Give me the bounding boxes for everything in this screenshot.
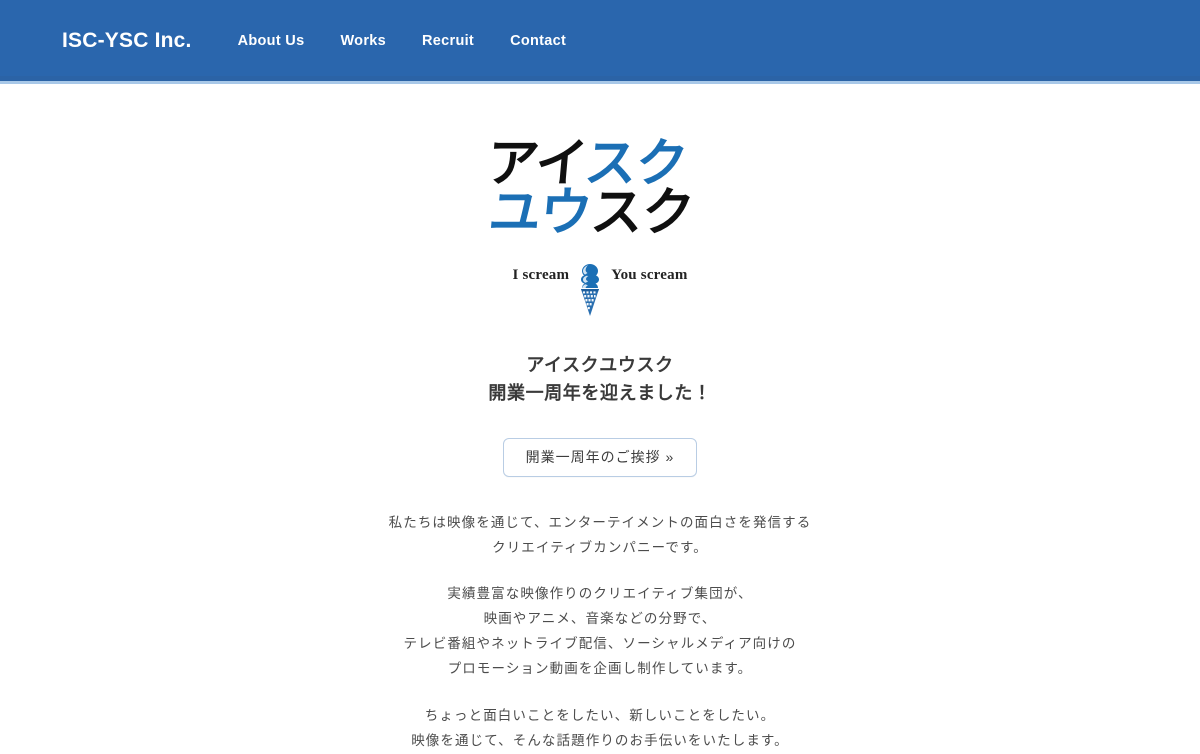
copy-line: 映像を通じて、そんな話題作りのお手伝いをいたします。 <box>411 733 789 749</box>
copy-line: クリエイティブカンパニーです。 <box>492 539 708 555</box>
copy-line: プロモーション動画を企画し制作しています。 <box>447 661 753 677</box>
copy-line: 実績豊富な映像作りのクリエイティブ集団が、 <box>447 586 753 602</box>
anniversary-greeting-button[interactable]: 開業一周年のご挨拶 » <box>502 437 698 477</box>
ice-cream-cone-icon <box>581 263 600 316</box>
logo-text-line-1: アイスク <box>483 134 717 194</box>
nav-item-works[interactable]: Works <box>340 33 410 49</box>
headline-line-1: アイスクユウスク <box>526 354 674 375</box>
logo-text-suku-2: スク <box>588 182 696 243</box>
tagline-i-scream: I scream <box>512 267 570 284</box>
intro-copy: 私たちは映像を通じて、エンターテイメントの面白さを発信する クリエイティブカンパ… <box>0 511 1200 754</box>
logo-text-yuu: ユウ <box>486 182 594 243</box>
company-logo: アイスク ユウスク I scream You scream <box>483 134 717 316</box>
intro-paragraph-1: 私たちは映像を通じて、エンターテイメントの面白さを発信する クリエイティブカンパ… <box>0 511 1200 561</box>
nav-item-about-us[interactable]: About Us <box>238 33 329 49</box>
intro-paragraph-3: ちょっと面白いことをしたい、新しいことをしたい。 映像を通じて、そんな話題作りの… <box>0 704 1200 754</box>
copy-line: ちょっと面白いことをしたい、新しいことをしたい。 <box>424 708 776 724</box>
logo-tagline: I scream You scream <box>485 248 715 316</box>
copy-line: 私たちは映像を通じて、エンターテイメントの面白さを発信する <box>388 514 812 530</box>
copy-line: 映画やアニメ、音楽などの分野で、 <box>483 611 717 627</box>
brand-logo-text[interactable]: ISC-YSC Inc. <box>62 29 192 53</box>
logo-text-line-2: ユウスク <box>483 183 717 243</box>
tagline-you-scream: You scream <box>611 267 688 284</box>
nav-item-recruit[interactable]: Recruit <box>422 33 498 49</box>
site-header: ISC-YSC Inc. About Us Works Recruit Cont… <box>0 0 1200 84</box>
cta-container: 開業一周年のご挨拶 » <box>0 437 1200 477</box>
copy-line: テレビ番組やネットライブ配信、ソーシャルメディア向けの <box>403 636 797 652</box>
main-navigation: About Us Works Recruit Contact <box>238 33 591 49</box>
hero-section: アイスク ユウスク I scream You scream アイスクユウスク 開… <box>0 84 1200 754</box>
intro-paragraph-2: 実績豊富な映像作りのクリエイティブ集団が、 映画やアニメ、音楽などの分野で、 テ… <box>0 582 1200 682</box>
page-title: アイスクユウスク 開業一周年を迎えました！ <box>0 352 1200 408</box>
nav-item-contact[interactable]: Contact <box>510 33 590 49</box>
headline-line-2: 開業一周年を迎えました！ <box>488 382 712 403</box>
